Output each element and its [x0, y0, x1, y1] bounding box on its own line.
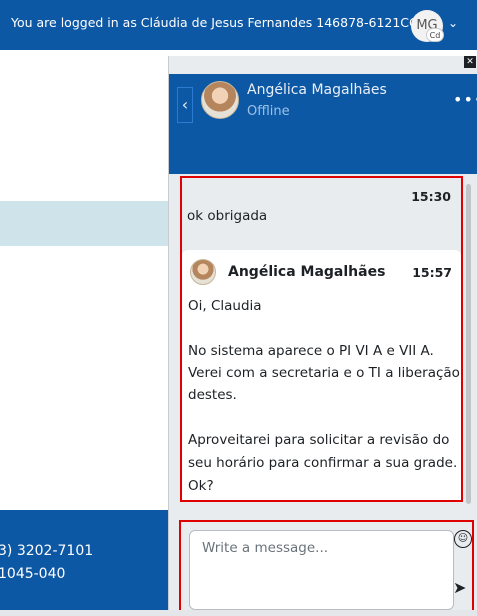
- message-line: Aproveitarei para solicitar a revisão do: [188, 432, 450, 448]
- sent-message: 15:30 ok obrigada: [182, 178, 461, 234]
- message-time: 15:30: [411, 189, 451, 204]
- message-composer: [179, 520, 474, 610]
- contact-name[interactable]: Angélica Magalhães: [247, 82, 387, 98]
- send-icon[interactable]: ➤: [453, 578, 466, 597]
- contact-status: Offline: [247, 104, 290, 119]
- bottom-strip: [0, 610, 477, 616]
- user-avatar-badge: Cd: [426, 28, 444, 42]
- scrollbar-thumb[interactable]: [466, 184, 471, 504]
- footer-postal: 1045-040: [0, 566, 66, 582]
- message-line: Ok?: [188, 478, 214, 494]
- message-input[interactable]: [189, 530, 454, 610]
- message-line: Verei com a secretaria e o TI a liberaçã…: [188, 365, 460, 381]
- received-message: Angélica Magalhães 15:57 Oi, Claudia No …: [182, 250, 461, 500]
- sender-avatar: [190, 259, 216, 285]
- emoji-icon[interactable]: ☺: [454, 530, 472, 548]
- message-line: No sistema aparece o PI VI A e VII A.: [188, 343, 434, 359]
- message-line: Oi, Claudia: [188, 298, 262, 314]
- message-drawer: ✕ ‹ Angélica Magalhães Offline ••• 15:30…: [168, 56, 477, 610]
- chevron-left-icon: ‹: [181, 95, 189, 114]
- close-icon[interactable]: ✕: [464, 56, 476, 68]
- message-line: destes.: [188, 387, 237, 403]
- sender-name: Angélica Magalhães: [228, 264, 386, 280]
- contact-avatar[interactable]: [201, 81, 239, 119]
- messages-area: 15:30 ok obrigada Angélica Magalhães 15:…: [180, 176, 463, 502]
- content-band: [0, 201, 168, 246]
- chevron-down-icon[interactable]: ⌄: [448, 16, 458, 30]
- login-info-text: You are logged in as Cláudia de Jesus Fe…: [11, 15, 428, 30]
- more-options-icon[interactable]: •••: [453, 90, 477, 109]
- message-line: seu horário para confirmar a sua grade.: [188, 455, 458, 471]
- page-footer: 3) 3202-7101 1045-040: [0, 510, 168, 610]
- conversation-header: ‹ Angélica Magalhães Offline •••: [169, 74, 477, 174]
- back-button[interactable]: ‹: [177, 87, 193, 123]
- message-time: 15:57: [412, 265, 452, 280]
- top-navbar: You are logged in as Cláudia de Jesus Fe…: [0, 0, 477, 50]
- message-text: ok obrigada: [187, 208, 268, 224]
- footer-phone: 3) 3202-7101: [0, 543, 94, 559]
